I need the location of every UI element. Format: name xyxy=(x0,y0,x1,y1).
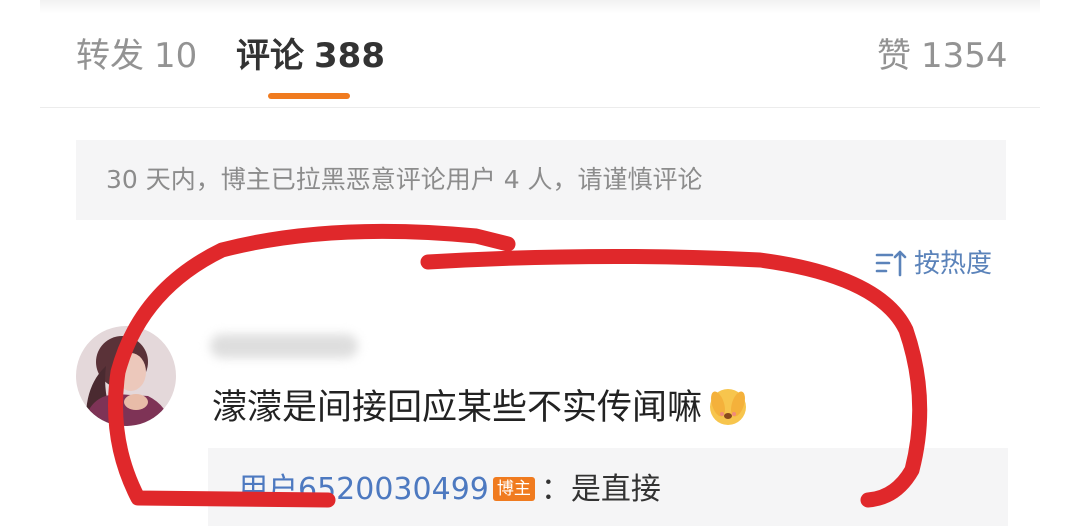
sort-fade xyxy=(990,236,1020,290)
tabs-divider xyxy=(40,107,1040,108)
comment-text: 濛濛是间接回应某些不实传闻嘛 xyxy=(212,388,703,428)
tab-comments[interactable]: 评论 388 xyxy=(236,34,385,78)
tab-comments-label: 评论 xyxy=(236,36,304,76)
active-tab-indicator xyxy=(268,93,350,99)
tab-repost-label: 转发 xyxy=(76,36,144,76)
sort-label: 按热度 xyxy=(914,249,993,279)
tab-likes-count: 1354 xyxy=(921,36,1008,76)
sort-icon xyxy=(874,244,910,282)
moderation-notice: 30 天内，博主已拉黑恶意评论用户 4 人，请谨慎评论 xyxy=(76,140,1006,220)
reply-line: 用户6520030499 博主 ：是直接 xyxy=(238,468,661,512)
tabs-bar: 转发 10 评论 388 赞 1354 xyxy=(0,0,1080,108)
comment-body: 濛濛是间接回应某些不实传闻嘛 xyxy=(212,383,750,433)
blogger-badge: 博主 xyxy=(492,477,535,501)
avatar[interactable] xyxy=(76,326,176,426)
tab-comments-count: 388 xyxy=(314,36,385,76)
weibo-comments-screen: 转发 10 评论 388 赞 1354 30 天内，博主已拉黑恶意评论用户 4 人，请… xyxy=(0,0,1080,526)
reply-preview[interactable]: 用户6520030499 博主 ：是直接 xyxy=(208,448,1008,526)
tab-likes[interactable]: 赞 1354 xyxy=(877,34,1008,78)
tab-repost-count: 10 xyxy=(154,36,198,76)
embarrassed-face-emoji-icon xyxy=(706,383,750,427)
tab-likes-label: 赞 xyxy=(877,36,911,76)
notice-text: 30 天内，博主已拉黑恶意评论用户 4 人，请谨慎评论 xyxy=(106,165,703,194)
tab-repost[interactable]: 转发 10 xyxy=(76,34,197,78)
username-blurred[interactable] xyxy=(210,334,358,358)
reply-text: ：是直接 xyxy=(540,472,661,507)
reply-username[interactable]: 用户6520030499 xyxy=(238,472,489,507)
